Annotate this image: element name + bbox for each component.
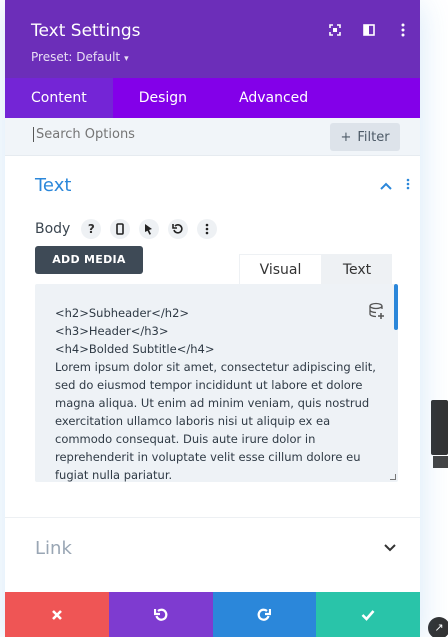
text-section-controls	[380, 178, 410, 194]
tab-advanced[interactable]: Advanced	[213, 78, 334, 118]
add-media-button[interactable]: ADD MEDIA	[35, 246, 143, 274]
more-icon[interactable]	[197, 219, 218, 239]
save-button[interactable]	[316, 592, 420, 637]
editor-mode-tabs: Visual Text	[239, 254, 392, 284]
redo-icon	[257, 608, 272, 621]
undo-icon	[153, 608, 168, 621]
preset-label: Preset: Default	[31, 50, 121, 64]
body-label: Body	[35, 221, 71, 237]
modal-title: Text Settings	[31, 21, 141, 41]
plus-icon: +	[340, 129, 352, 145]
body-text-editor[interactable]: <h2>Subheader</h2> <h3>Header</h3> <h4>B…	[35, 284, 398, 482]
editor-scrollbar[interactable]	[394, 284, 398, 330]
resize-grip-icon[interactable]	[390, 474, 396, 480]
cursor-icon[interactable]	[139, 219, 160, 239]
check-icon	[361, 609, 375, 621]
resize-handle-icon[interactable]: ↗	[428, 617, 448, 637]
search-bar: + Filter	[5, 118, 420, 156]
reset-icon[interactable]	[168, 219, 189, 239]
undo-button[interactable]	[108, 592, 213, 637]
cancel-button[interactable]	[5, 592, 109, 637]
tab-visual[interactable]: Visual	[239, 254, 322, 284]
preset-selector[interactable]: Preset: Default ▾	[31, 50, 129, 64]
settings-modal: Text Settings Preset: Default ▾ Content D…	[5, 0, 420, 637]
mobile-icon[interactable]	[110, 219, 131, 239]
filter-label: Filter	[357, 129, 390, 145]
tab-design[interactable]: Design	[113, 78, 213, 118]
modal-header: Text Settings Preset: Default ▾	[5, 0, 420, 78]
search-input[interactable]	[33, 127, 333, 142]
more-icon[interactable]	[406, 178, 410, 194]
filter-button[interactable]: + Filter	[330, 123, 400, 151]
text-section-title[interactable]: Text	[35, 175, 71, 196]
tab-content[interactable]: Content	[5, 78, 113, 118]
close-icon	[51, 609, 62, 620]
header-actions	[328, 22, 410, 38]
editor-content[interactable]: <h2>Subheader</h2> <h3>Header</h3> <h4>B…	[55, 304, 380, 482]
redo-button[interactable]	[212, 592, 317, 637]
tab-text[interactable]: Text	[322, 254, 392, 284]
link-section-title[interactable]: Link	[35, 538, 72, 559]
background-scrollbar[interactable]	[431, 400, 448, 455]
body-field-header: Body ?	[35, 219, 218, 239]
chevron-down-icon[interactable]	[384, 540, 396, 556]
caret-down-icon: ▾	[124, 54, 129, 64]
help-icon[interactable]: ?	[81, 219, 102, 239]
background-scrollbar-end	[433, 456, 448, 468]
fullscreen-icon[interactable]	[328, 22, 342, 38]
modal-footer	[5, 592, 420, 637]
chevron-up-icon[interactable]	[380, 178, 392, 194]
dynamic-content-icon[interactable]	[368, 302, 386, 320]
settings-tabs: Content Design Advanced	[5, 78, 420, 118]
link-section[interactable]: Link	[5, 517, 420, 575]
split-view-icon[interactable]	[362, 22, 376, 38]
more-icon[interactable]	[396, 22, 410, 38]
